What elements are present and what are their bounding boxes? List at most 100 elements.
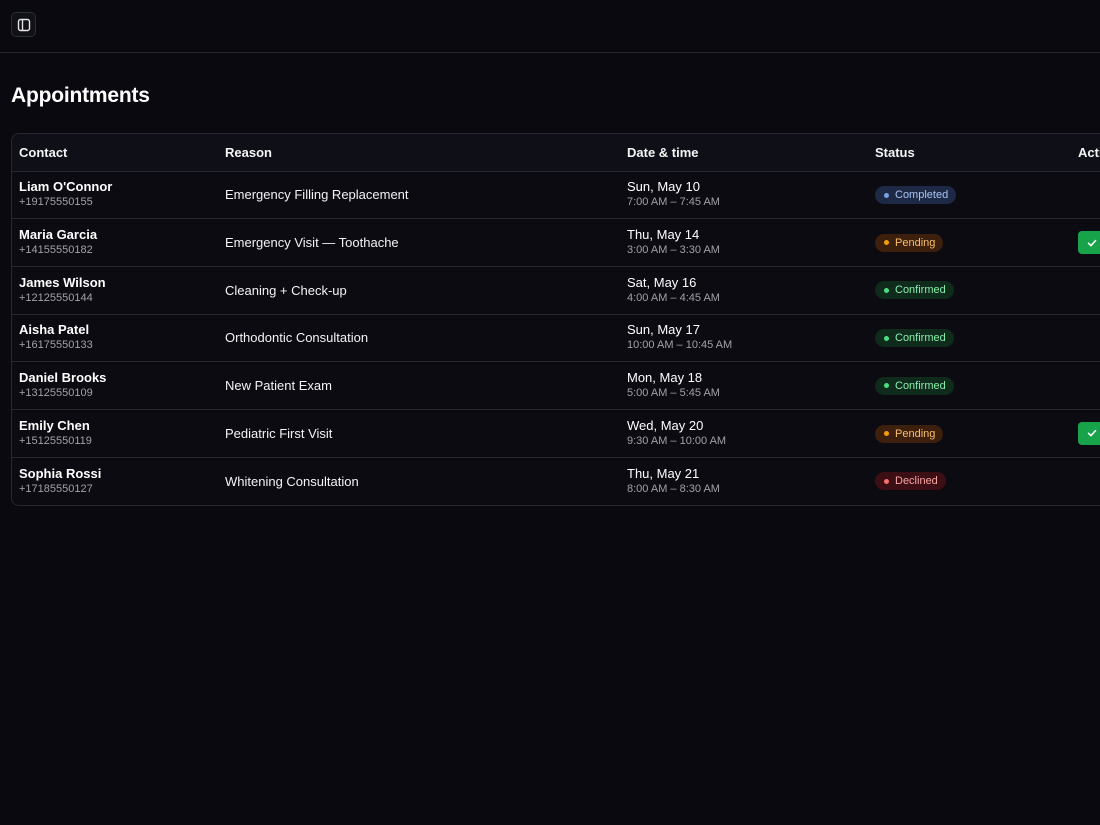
status-cell: Confirmed: [868, 265, 1071, 315]
actions-cell: [1071, 218, 1100, 267]
contact-name: Emily Chen: [19, 417, 90, 433]
check-icon: [1087, 430, 1097, 437]
contact-phone: +14155550182: [19, 244, 93, 257]
status-label: Confirmed: [895, 284, 946, 297]
actions-cell: [1071, 265, 1100, 315]
contact-cell: Maria Garcia +14155550182: [12, 218, 218, 267]
status-badge: Pending: [875, 233, 944, 252]
contact-phone: +13125550109: [19, 387, 93, 400]
table-row[interactable]: Liam O'Connor +19175550155 Emergency Fil…: [12, 171, 1100, 219]
status-cell: Pending: [868, 218, 1071, 267]
actions-cell: [1071, 408, 1100, 458]
status-badge: Completed: [875, 186, 957, 205]
contact-cell: Liam O'Connor +19175550155: [12, 171, 218, 219]
contact-cell: James Wilson +12125550144: [12, 265, 218, 315]
status-dot-icon: [884, 478, 889, 484]
contact-phone: +15125550119: [19, 434, 92, 447]
status-cell: Confirmed: [868, 361, 1071, 410]
contact-cell: Daniel Brooks +13125550109: [12, 361, 218, 410]
contact-name: Liam O'Connor: [19, 179, 113, 195]
status-dot-icon: [884, 431, 889, 437]
table-row[interactable]: Emily Chen +15125550119 Pediatric First …: [12, 408, 1100, 458]
approve-button[interactable]: [1078, 421, 1100, 445]
column-header-status[interactable]: Status: [868, 134, 1071, 172]
status-label: Pending: [895, 236, 936, 249]
appointment-date: Thu, May 21: [627, 465, 700, 481]
sidebar-toggle-button[interactable]: [11, 12, 36, 37]
contact-name: Maria Garcia: [19, 227, 98, 243]
appointment-date: Thu, May 14: [627, 227, 700, 243]
appointment-time: 5:00 AM – 5:45 AM: [627, 387, 720, 400]
top-bar: [0, 0, 1100, 53]
status-badge: Pending: [875, 424, 944, 443]
date-time-cell: Sun, May 10 7:00 AM – 7:45 AM: [620, 171, 868, 219]
appointment-time: 4:00 AM – 4:45 AM: [627, 291, 720, 304]
date-time-cell: Wed, May 20 9:30 AM – 10:00 AM: [620, 408, 868, 458]
column-header-date-time[interactable]: Date & time: [620, 134, 868, 172]
status-badge: Confirmed: [875, 281, 954, 300]
status-badge: Confirmed: [875, 376, 954, 395]
date-time-cell: Thu, May 14 3:00 AM – 3:30 AM: [620, 218, 868, 267]
contact-name: Aisha Patel: [19, 322, 90, 338]
reason-cell: Pediatric First Visit: [218, 408, 620, 458]
date-time-cell: Sat, May 16 4:00 AM – 4:45 AM: [620, 265, 868, 315]
contact-cell: Emily Chen +15125550119: [12, 408, 218, 458]
table-row[interactable]: Sophia Rossi +17185550127 Whitening Cons…: [12, 456, 1100, 505]
contact-name: Sophia Rossi: [19, 465, 102, 481]
date-time-cell: Sun, May 17 10:00 AM – 10:45 AM: [620, 313, 868, 362]
actions-cell: [1071, 361, 1100, 410]
status-cell: Pending: [868, 408, 1071, 458]
status-label: Declined: [895, 475, 938, 488]
approve-button[interactable]: [1078, 231, 1100, 255]
table-row[interactable]: Daniel Brooks +13125550109 New Patient E…: [12, 361, 1100, 410]
date-time-cell: Thu, May 21 8:00 AM – 8:30 AM: [620, 456, 868, 505]
reason-cell: New Patient Exam: [218, 361, 620, 410]
table-body: Liam O'Connor +19175550155 Emergency Fil…: [12, 171, 1100, 505]
appointment-date: Mon, May 18: [627, 370, 703, 386]
reason-cell: Emergency Visit — Toothache: [218, 218, 620, 267]
contact-cell: Aisha Patel +16175550133: [12, 313, 218, 362]
reason-cell: Emergency Filling Replacement: [225, 187, 409, 203]
column-header-reason[interactable]: Reason: [218, 134, 620, 172]
date-time-cell: Mon, May 18 5:00 AM – 5:45 AM: [620, 361, 868, 410]
actions-cell: [1071, 313, 1100, 362]
appointment-time: 7:00 AM – 7:45 AM: [627, 196, 720, 209]
appointment-date: Sun, May 17: [627, 322, 700, 338]
status-cell: Completed: [868, 171, 1071, 219]
reason-cell: Cleaning + Check-up: [218, 265, 620, 315]
actions-cell: [1071, 456, 1100, 505]
status-cell: Confirmed: [868, 313, 1071, 362]
status-label: Confirmed: [895, 332, 946, 345]
contact-phone: +12125550144: [19, 291, 93, 304]
contact-name: James Wilson: [19, 274, 106, 290]
check-icon: [1087, 239, 1097, 246]
table-row[interactable]: James Wilson +12125550144 Cleaning + Che…: [12, 265, 1100, 315]
page-title: Appointments: [11, 84, 150, 107]
sidebar-toggle-icon: [17, 18, 30, 31]
appointments-table: Contact Reason Date & time Status Action…: [11, 133, 1100, 506]
table-row[interactable]: Maria Garcia +14155550182 Emergency Visi…: [12, 218, 1100, 267]
status-dot-icon: [884, 335, 889, 341]
status-dot-icon: [884, 192, 889, 198]
status-cell: Declined: [868, 456, 1071, 505]
actions-cell: [1071, 171, 1100, 219]
contact-phone: +16175550133: [19, 339, 93, 352]
reason-cell: Orthodontic Consultation: [218, 313, 620, 362]
contact-cell: Sophia Rossi +17185550127: [12, 456, 218, 505]
appointment-date: Sun, May 10: [627, 179, 700, 195]
column-header-contact[interactable]: Contact: [12, 134, 218, 172]
status-badge: Declined: [875, 472, 946, 491]
status-dot-icon: [884, 240, 889, 246]
status-label: Pending: [895, 427, 936, 440]
appointment-date: Wed, May 20: [627, 417, 704, 433]
status-dot-icon: [884, 287, 889, 293]
status-dot-icon: [884, 383, 889, 389]
contact-phone: +17185550127: [19, 482, 93, 495]
appointment-time: 8:00 AM – 8:30 AM: [627, 482, 720, 495]
reason-cell: Whitening Consultation: [218, 456, 620, 505]
appointment-date: Sat, May 16: [627, 274, 697, 290]
table-row[interactable]: Aisha Patel +16175550133 Orthodontic Con…: [12, 313, 1100, 362]
contact-phone: +19175550155: [19, 196, 93, 209]
status-label: Completed: [895, 189, 949, 202]
appointment-time: 10:00 AM – 10:45 AM: [627, 339, 733, 352]
